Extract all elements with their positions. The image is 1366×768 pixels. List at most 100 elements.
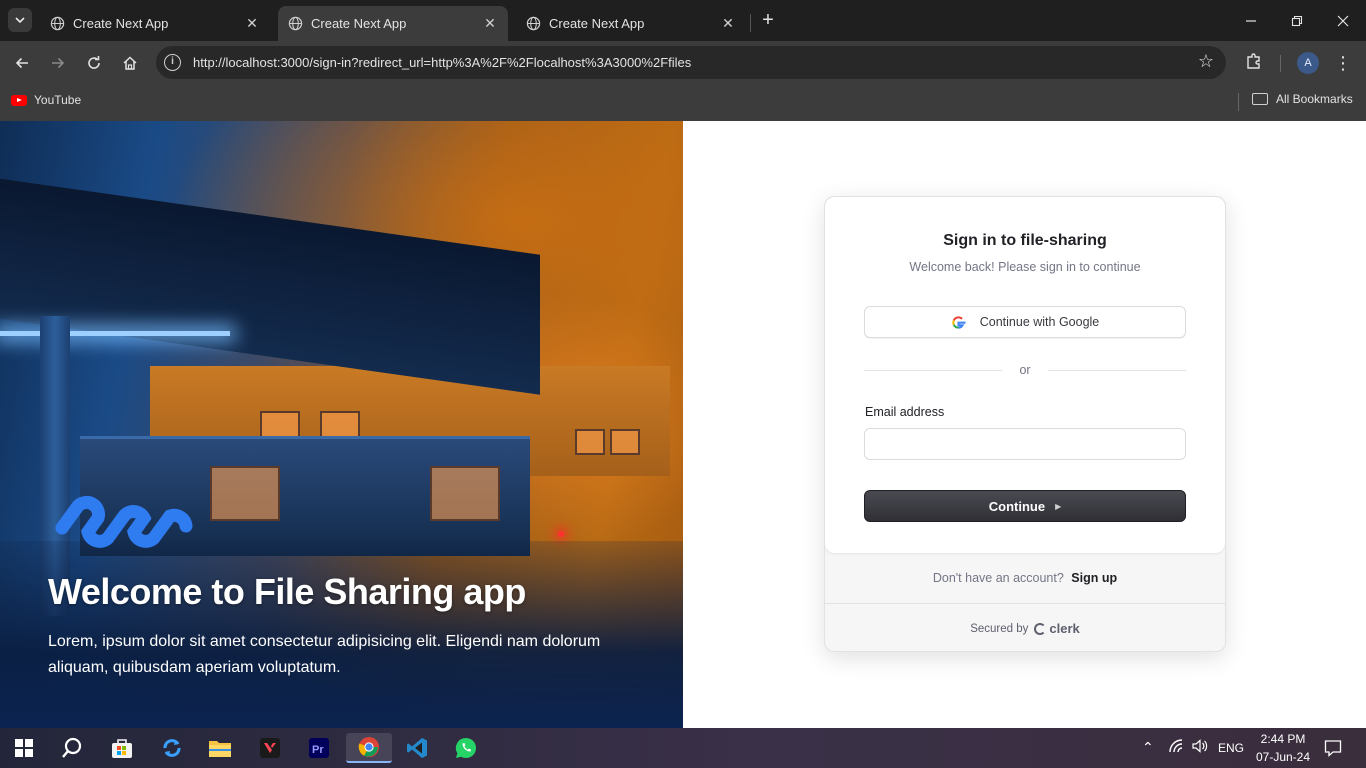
hero-canopy xyxy=(0,176,540,395)
no-account-text: Don't have an account? xyxy=(932,571,1064,585)
toolbar-separator xyxy=(1280,55,1281,72)
hero-window xyxy=(610,429,640,455)
continue-with-google-button[interactable]: Continue with Google xyxy=(864,306,1186,338)
youtube-icon xyxy=(11,94,27,106)
windows-taskbar: Pr ⌃ ENG 2:44 PM 07-Jun-24 xyxy=(0,728,1366,768)
hero-red-light xyxy=(558,531,564,537)
whatsapp-icon[interactable] xyxy=(446,733,486,763)
email-field[interactable] xyxy=(864,428,1186,460)
infinity-logo-icon xyxy=(55,495,193,548)
minimize-icon xyxy=(1246,19,1256,22)
hero-title: Welcome to File Sharing app xyxy=(48,571,526,612)
secured-by-text: Secured by xyxy=(970,622,1029,635)
tab-title: Create Next App xyxy=(311,16,407,31)
clerk-logo-text: clerk xyxy=(1049,621,1080,636)
divider-or: or xyxy=(1019,363,1031,377)
all-bookmarks-button[interactable]: All Bookmarks xyxy=(1252,92,1353,106)
tab-title: Create Next App xyxy=(73,16,169,31)
chevron-down-icon xyxy=(15,17,25,24)
tab-1[interactable]: Create Next App ✕ xyxy=(40,6,270,41)
extensions-icon[interactable] xyxy=(1243,52,1265,74)
clock-date[interactable]: 07-Jun-24 xyxy=(1252,750,1314,764)
clerk-logo[interactable]: clerk xyxy=(1034,621,1080,636)
puzzle-icon xyxy=(1247,53,1260,69)
sign-in-subtitle: Welcome back! Please sign in to continue xyxy=(909,260,1141,274)
more-menu-icon[interactable]: ⋮ xyxy=(1334,51,1352,75)
chevron-up-icon[interactable]: ⌃ xyxy=(1142,739,1154,756)
globe-icon xyxy=(50,16,65,31)
minimize-button[interactable] xyxy=(1228,0,1274,41)
forward-button[interactable] xyxy=(44,49,72,77)
continue-button[interactable]: Continue ▶ xyxy=(864,490,1186,522)
hero-description: Lorem, ipsum dolor sit amet consectetur … xyxy=(48,633,601,676)
home-button[interactable] xyxy=(116,49,144,77)
clock-time[interactable]: 2:44 PM xyxy=(1258,732,1308,746)
close-icon xyxy=(1337,15,1349,26)
close-icon[interactable]: ✕ xyxy=(720,15,736,32)
close-window-button[interactable] xyxy=(1320,0,1366,41)
sign-up-prompt: Don't have an account? Sign up xyxy=(825,571,1225,585)
caret-right-icon: ▶ xyxy=(1055,501,1062,511)
reload-button[interactable] xyxy=(80,49,108,77)
close-icon[interactable]: ✕ xyxy=(482,15,498,32)
tab-separator xyxy=(750,14,751,32)
wifi-icon[interactable] xyxy=(1168,738,1186,757)
sign-in-card-main: Sign in to file-sharing Welcome back! Pl… xyxy=(825,197,1225,553)
search-icon[interactable] xyxy=(52,733,92,763)
chrome-icon[interactable] xyxy=(346,733,392,763)
clerk-icon xyxy=(1034,622,1047,635)
url-text[interactable]: http://localhost:3000/sign-in?redirect_u… xyxy=(193,55,691,70)
valorant-icon[interactable] xyxy=(250,733,290,763)
home-icon xyxy=(123,56,137,70)
back-button[interactable] xyxy=(8,49,36,77)
profile-avatar[interactable]: A xyxy=(1297,52,1319,74)
tab-search-button[interactable] xyxy=(8,8,32,32)
sign-up-link[interactable]: Sign up xyxy=(1071,571,1117,585)
premiere-pro-icon[interactable]: Pr xyxy=(299,733,339,763)
tab-2-active[interactable]: Create Next App ✕ xyxy=(278,6,508,41)
star-icon[interactable]: ☆ xyxy=(1198,51,1214,72)
hero-window xyxy=(430,466,500,521)
windows-start-icon[interactable] xyxy=(4,733,44,763)
vscode-icon[interactable] xyxy=(397,733,437,763)
sync-icon[interactable] xyxy=(152,733,192,763)
bookmark-youtube[interactable]: YouTube xyxy=(11,93,81,107)
google-button-label: Continue with Google xyxy=(979,315,1100,329)
hero-window xyxy=(320,411,360,439)
address-bar[interactable]: i http://localhost:3000/sign-in?redirect… xyxy=(156,46,1226,79)
hero-window xyxy=(260,411,300,439)
google-icon xyxy=(952,315,966,329)
reload-icon xyxy=(88,56,100,69)
divider-line-left xyxy=(864,370,1002,371)
site-info-icon[interactable]: i xyxy=(164,54,181,71)
bookmarks-bar: YouTube All Bookmarks xyxy=(0,85,1366,121)
globe-icon xyxy=(526,16,541,31)
restore-icon xyxy=(1291,15,1303,26)
page-content: Welcome to File Sharing app Lorem, ipsum… xyxy=(0,121,1366,728)
close-icon[interactable]: ✕ xyxy=(244,15,260,32)
bookmarks-separator xyxy=(1238,93,1239,111)
bookmark-label: YouTube xyxy=(34,93,82,107)
hero-window xyxy=(575,429,605,455)
tab-3[interactable]: Create Next App ✕ xyxy=(516,6,746,41)
browser-tab-strip: Create Next App ✕ Create Next App ✕ Crea… xyxy=(0,0,1366,41)
microsoft-store-icon[interactable] xyxy=(102,733,142,763)
folder-icon xyxy=(1252,93,1268,105)
restore-button[interactable] xyxy=(1274,0,1320,41)
file-explorer-icon[interactable] xyxy=(200,733,240,763)
hero-canopy-light xyxy=(0,331,230,336)
tab-title: Create Next App xyxy=(549,16,645,31)
continue-button-label: Continue xyxy=(988,498,1046,514)
divider-line-right xyxy=(1048,370,1186,371)
card-footer-separator xyxy=(825,603,1225,604)
all-bookmarks-label: All Bookmarks xyxy=(1276,92,1353,106)
browser-toolbar: i http://localhost:3000/sign-in?redirect… xyxy=(0,41,1366,85)
notification-icon[interactable] xyxy=(1324,739,1342,760)
svg-text:Pr: Pr xyxy=(312,744,324,756)
hero-window xyxy=(210,466,280,521)
hero-image-panel: Welcome to File Sharing app Lorem, ipsum… xyxy=(0,121,683,728)
secured-by-footer: Secured by clerk xyxy=(825,621,1225,636)
new-tab-button[interactable]: + xyxy=(758,9,778,31)
language-indicator[interactable]: ENG xyxy=(1218,741,1244,755)
speaker-icon[interactable] xyxy=(1191,738,1209,757)
